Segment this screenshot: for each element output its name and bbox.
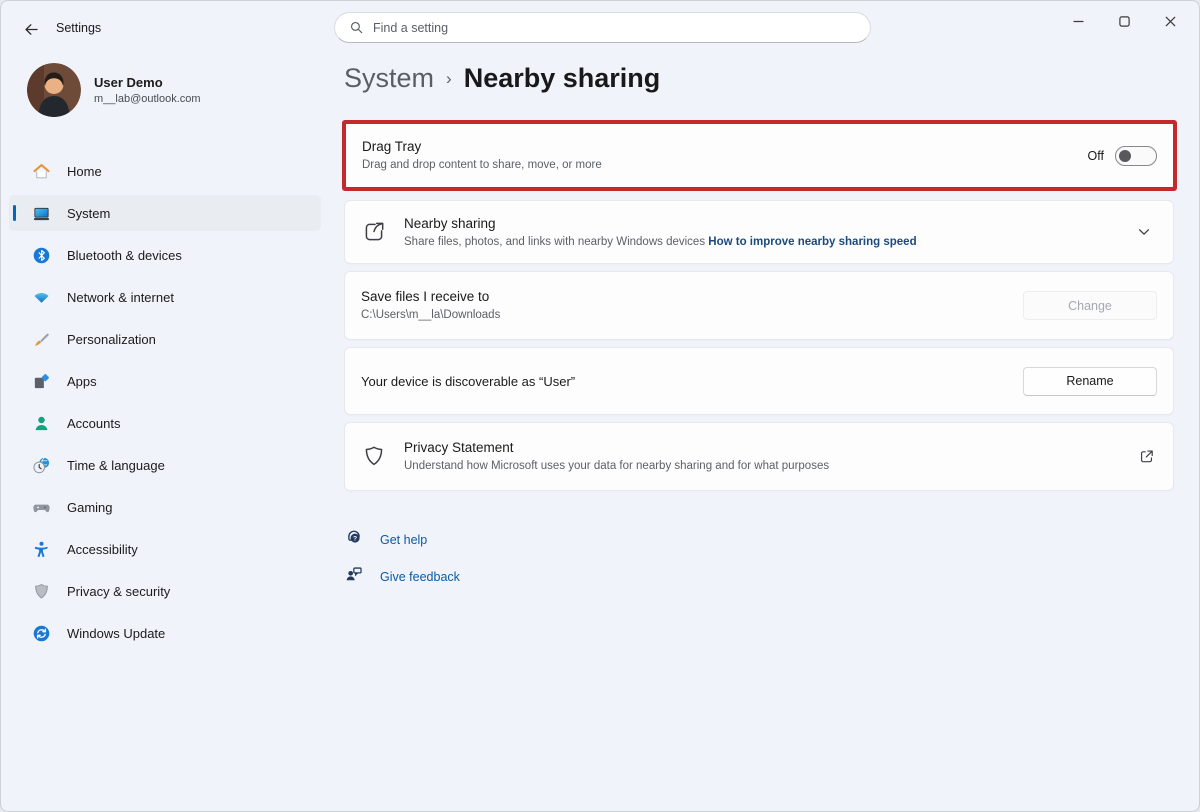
red-highlight-box: Drag Tray Drag and drop content to share… <box>342 120 1177 191</box>
sidebar-item-accounts[interactable]: Accounts <box>9 405 321 441</box>
close-button[interactable] <box>1147 5 1193 37</box>
sidebar-item-home[interactable]: Home <box>9 153 321 189</box>
sidebar-item-label: Home <box>67 164 102 179</box>
breadcrumb: System › Nearby sharing <box>344 63 660 94</box>
back-button[interactable] <box>19 18 43 40</box>
sidebar-item-gaming[interactable]: Gaming <box>9 489 321 525</box>
user-name: User Demo <box>94 75 201 90</box>
minimize-icon <box>1073 16 1084 27</box>
drag-tray-toggle[interactable] <box>1115 146 1157 166</box>
network-icon <box>31 287 51 307</box>
close-icon <box>1165 16 1176 27</box>
drag-tray-description: Drag and drop content to share, move, or… <box>362 158 1088 173</box>
privacy-statement-title: Privacy Statement <box>404 439 1138 457</box>
share-icon <box>361 219 387 245</box>
sidebar-item-privacy-security[interactable]: Privacy & security <box>9 573 321 609</box>
rename-button[interactable]: Rename <box>1023 367 1157 396</box>
improve-speed-link[interactable]: How to improve nearby sharing speed <box>708 236 916 248</box>
external-link-icon[interactable] <box>1138 448 1155 465</box>
drag-tray-toggle-label: Off <box>1088 149 1104 163</box>
sidebar-item-label: Privacy & security <box>67 584 170 599</box>
sidebar-item-label: Accessibility <box>67 542 138 557</box>
home-icon <box>31 161 51 181</box>
sidebar-item-network-internet[interactable]: Network & internet <box>9 279 321 315</box>
personalization-icon <box>31 329 51 349</box>
footer-links: ? Get help Give feedback <box>345 528 460 588</box>
nearby-sharing-card[interactable]: Nearby sharing Share files, photos, and … <box>344 200 1174 264</box>
nearby-sharing-description: Share files, photos, and links with near… <box>404 236 705 248</box>
sidebar-item-label: System <box>67 206 110 221</box>
sidebar-item-apps[interactable]: Apps <box>9 363 321 399</box>
gaming-icon <box>31 497 51 517</box>
system-icon <box>31 203 51 223</box>
drag-tray-card: Drag Tray Drag and drop content to share… <box>346 124 1173 187</box>
windows-update-icon <box>31 623 51 643</box>
user-profile[interactable]: User Demo m__lab@outlook.com <box>27 63 201 117</box>
time-language-icon <box>31 455 51 475</box>
sidebar-item-bluetooth-devices[interactable]: Bluetooth & devices <box>9 237 321 273</box>
breadcrumb-separator: › <box>434 69 464 89</box>
app-title: Settings <box>56 21 101 35</box>
sidebar-item-label: Personalization <box>67 332 156 347</box>
search-input[interactable] <box>373 21 856 35</box>
save-files-card: Save files I receive to C:\Users\m__la\D… <box>344 271 1174 340</box>
get-help-link[interactable]: ? Get help <box>345 528 460 551</box>
drag-tray-title: Drag Tray <box>362 138 1088 156</box>
breadcrumb-system[interactable]: System <box>344 63 434 94</box>
minimize-button[interactable] <box>1055 5 1101 37</box>
sidebar-item-time-language[interactable]: Time & language <box>9 447 321 483</box>
sidebar-item-label: Time & language <box>67 458 165 473</box>
discoverable-card: Your device is discoverable as “User” Re… <box>344 347 1174 415</box>
privacy-statement-card[interactable]: Privacy Statement Understand how Microso… <box>344 422 1174 491</box>
svg-text:?: ? <box>353 536 357 543</box>
sidebar-item-label: Accounts <box>67 416 120 431</box>
maximize-icon <box>1119 16 1130 27</box>
save-files-path: C:\Users\m__la\Downloads <box>361 308 1023 323</box>
accounts-icon <box>31 413 51 433</box>
search-icon <box>349 20 364 35</box>
bluetooth-icon <box>31 245 51 265</box>
privacy-security-icon <box>31 581 51 601</box>
sidebar-item-personalization[interactable]: Personalization <box>9 321 321 357</box>
shield-outline-icon <box>361 444 387 470</box>
give-feedback-link[interactable]: Give feedback <box>345 565 460 588</box>
maximize-button[interactable] <box>1101 5 1147 37</box>
settings-card-list: Nearby sharing Share files, photos, and … <box>344 200 1174 491</box>
settings-window: Settings <box>0 0 1200 812</box>
sidebar-item-label: Windows Update <box>67 626 165 641</box>
change-button[interactable]: Change <box>1023 291 1157 320</box>
give-feedback-icon <box>345 565 363 588</box>
user-email: m__lab@outlook.com <box>94 93 201 105</box>
nearby-sharing-title: Nearby sharing <box>404 215 1137 233</box>
give-feedback-label: Give feedback <box>380 570 460 584</box>
sidebar-item-label: Network & internet <box>67 290 174 305</box>
save-files-title: Save files I receive to <box>361 288 1023 306</box>
selected-indicator <box>13 205 16 221</box>
apps-icon <box>31 371 51 391</box>
sidebar-item-accessibility[interactable]: Accessibility <box>9 531 321 567</box>
sidebar-item-label: Gaming <box>67 500 113 515</box>
search-box[interactable] <box>334 12 871 43</box>
sidebar-item-label: Apps <box>67 374 97 389</box>
sidebar-item-system[interactable]: System <box>9 195 321 231</box>
chevron-down-icon[interactable] <box>1137 225 1151 239</box>
sidebar-nav: Home System Bluetooth & devices Network … <box>9 153 321 657</box>
sidebar-item-label: Bluetooth & devices <box>67 248 182 263</box>
window-controls <box>1055 5 1193 37</box>
sidebar-item-windows-update[interactable]: Windows Update <box>9 615 321 651</box>
get-help-label: Get help <box>380 533 427 547</box>
avatar <box>27 63 81 117</box>
back-arrow-icon <box>23 21 40 38</box>
page-title: Nearby sharing <box>464 63 661 94</box>
toggle-knob <box>1119 150 1131 162</box>
accessibility-icon <box>31 539 51 559</box>
discoverable-text: Your device is discoverable as “User” <box>361 374 1023 389</box>
privacy-statement-description: Understand how Microsoft uses your data … <box>404 459 1138 474</box>
get-help-icon: ? <box>345 528 363 551</box>
